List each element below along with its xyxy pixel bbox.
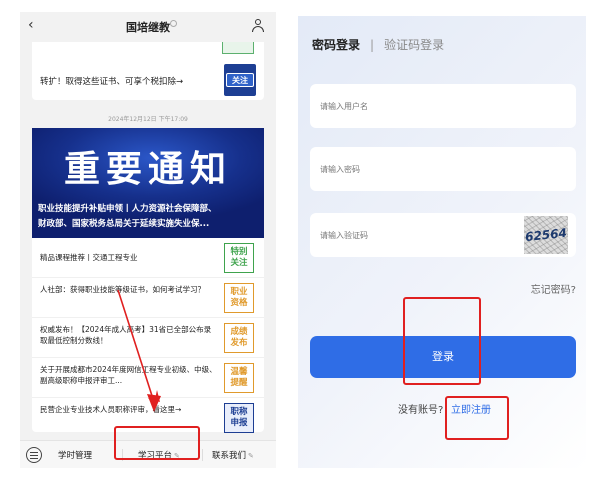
menu-icon[interactable]	[26, 447, 42, 463]
captcha-field-box: 62564	[310, 213, 576, 257]
news-item-tag: 温馨提醒	[224, 363, 254, 393]
nav-divider	[202, 449, 203, 461]
username-field-box	[310, 84, 576, 128]
news-item-tag: 成绩发布	[224, 323, 254, 353]
article-title: 转扩！取得这些证书、可享个税扣除→	[40, 77, 184, 87]
annotation-highlight-learning-platform	[114, 426, 200, 460]
news-item-tag: 特别关注	[224, 243, 254, 273]
news-banner[interactable]: 重要通知 职业技能提升补贴申领丨人力资源社会保障部、 财政部、国家税务总局关于延…	[32, 128, 264, 238]
news-card: 重要通知 职业技能提升补贴申领丨人力资源社会保障部、 财政部、国家税务总局关于延…	[32, 128, 264, 433]
news-item-title: 精品课程推荐丨交通工程专业	[40, 253, 138, 262]
news-item-title: 关于开展成都市2024年度网信工程专业初级、中级、副高级职称申报评审工...	[40, 365, 217, 385]
edit-pencil-icon: ✎	[248, 452, 254, 460]
tag-stub	[222, 42, 254, 54]
news-list-item[interactable]: 精品课程推荐丨交通工程专业 特别关注	[32, 238, 264, 278]
news-item-title: 民营企业专业技术人员职称评审，看这里→	[40, 405, 182, 414]
news-item-tag: 职称申报	[224, 403, 254, 433]
page-title: 国培继教	[126, 21, 170, 34]
news-list-item[interactable]: 人社部：获得职业技能等级证书，如何考试学习？ 职业资格	[32, 278, 264, 318]
follow-badge-icon[interactable]: 关注	[224, 64, 256, 96]
message-timestamp: 2024年12月12日 下午17:09	[108, 116, 188, 123]
news-list-item[interactable]: 权威发布！【2024年成人高考】31省已全部公布录取最低控制分数线！ 成绩发布	[32, 318, 264, 358]
screenshot-root: ‹ 国培继教 转扩！取得这些证书、可享个税扣除→ 关注 2024年12月12日 …	[0, 0, 600, 480]
tab-password-login[interactable]: 密码登录	[312, 38, 360, 52]
news-item-title: 人社部：获得职业技能等级证书，如何考试学习？	[40, 285, 205, 294]
banner-subtitle-line1: 职业技能提升补贴申领丨人力资源社会保障部、	[38, 204, 217, 214]
login-screen: 密码登录|验证码登录 62564 忘记密码? 登录 没有账号? 立即注册	[298, 16, 586, 468]
forgot-password-link[interactable]: 忘记密码?	[531, 281, 576, 296]
nav-tab-study-hours[interactable]: 学时管理	[58, 449, 92, 461]
user-icon[interactable]	[252, 19, 264, 33]
annotation-highlight-register	[445, 396, 509, 440]
no-account-text: 没有账号?	[398, 405, 444, 416]
captcha-image[interactable]: 62564	[524, 216, 568, 254]
username-input[interactable]	[320, 84, 530, 128]
tab-divider: |	[370, 38, 375, 52]
banner-headline: 重要通知	[63, 149, 232, 190]
wechat-article-screen: ‹ 国培继教 转扩！取得这些证书、可享个税扣除→ 关注 2024年12月12日 …	[20, 12, 276, 468]
top-bar: ‹ 国培继教	[20, 12, 276, 40]
follow-badge-label: 关注	[226, 73, 254, 87]
banner-subtitle-line2: 财政部、国家税务总局关于延续实施失业保...	[38, 219, 210, 229]
nav-tab-contact-us[interactable]: 联系我们 ✎	[212, 449, 254, 461]
captcha-input[interactable]	[320, 213, 530, 257]
article-card[interactable]: 转扩！取得这些证书、可享个税扣除→ 关注	[32, 42, 264, 100]
news-list-item[interactable]: 关于开展成都市2024年度网信工程专业初级、中级、副高级职称申报评审工... 温…	[32, 358, 264, 398]
login-tabs: 密码登录 | 验证码登录	[312, 36, 444, 53]
annotation-highlight-login	[403, 297, 481, 385]
title-badge-icon	[170, 20, 177, 27]
password-field-box	[310, 147, 576, 191]
news-item-title: 权威发布！【2024年成人高考】31省已全部公布录取最低控制分数线！	[40, 325, 212, 345]
password-input[interactable]	[320, 147, 530, 191]
tab-sms-login[interactable]: 验证码登录	[384, 38, 444, 52]
news-item-tag: 职业资格	[224, 283, 254, 313]
